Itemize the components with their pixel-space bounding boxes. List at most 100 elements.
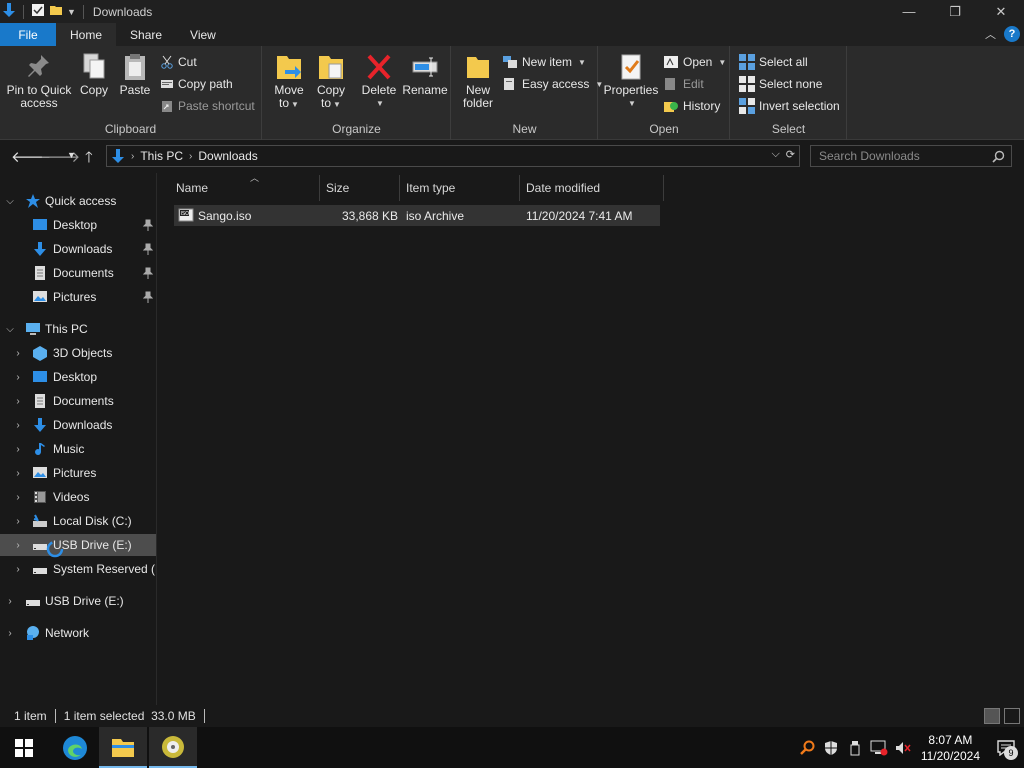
nav-quick-downloads[interactable]: Downloads (0, 238, 156, 260)
select-all-button[interactable]: Select all (739, 52, 808, 72)
copy-path-button[interactable]: Copy path (160, 74, 233, 94)
search-magnifier-icon[interactable] (795, 740, 819, 756)
taskbar-file-explorer-button[interactable] (99, 727, 147, 768)
history-icon (664, 102, 678, 112)
help-icon[interactable]: ? (1004, 26, 1020, 42)
taskbar-edge-button[interactable] (51, 727, 99, 768)
tab-view[interactable]: View (176, 23, 230, 46)
expand-chevron-icon[interactable]: › (4, 628, 16, 639)
pin-label-line2: access (20, 96, 58, 110)
table-row[interactable]: ISO Sango.iso 33,868 KB iso Archive 11/2… (174, 205, 660, 226)
new-folder-button[interactable]: New folder (460, 52, 496, 110)
nav-pc-videos[interactable]: › Videos (0, 486, 156, 508)
nav-quick-pictures[interactable]: Pictures (0, 286, 156, 308)
start-button[interactable] (0, 727, 48, 768)
customize-toolbar-chevron-icon[interactable]: ▼ (67, 7, 76, 17)
pin-to-quick-access-button[interactable]: Pin to Quick access (6, 52, 72, 110)
security-shield-icon[interactable] (819, 740, 843, 756)
window-title: Downloads (92, 4, 153, 19)
move-to-button[interactable]: Move to ▼ (271, 52, 307, 111)
notification-center-button[interactable]: 9 (988, 727, 1024, 768)
usb-eject-icon[interactable] (843, 740, 867, 756)
address-history-chevron-icon[interactable]: ⌵ (771, 148, 779, 161)
expand-chevron-icon[interactable]: › (12, 468, 24, 479)
up-arrow-icon[interactable]: 🡑 (85, 147, 93, 172)
column-header-date-modified[interactable]: Date modified (520, 175, 664, 201)
nav-quick-desktop[interactable]: Desktop (0, 214, 156, 236)
nav-pc-system-reserved[interactable]: › System Reserved (M (0, 558, 156, 580)
history-button[interactable]: History (663, 96, 720, 116)
address-bar[interactable]: › This PC › Downloads ⌵ ⟳ (106, 145, 800, 167)
search-input[interactable] (819, 149, 989, 163)
expand-chevron-icon[interactable]: › (12, 396, 24, 407)
expand-chevron-icon[interactable]: › (12, 348, 24, 359)
clock[interactable]: 8:07 AM 11/20/2024 (921, 732, 980, 764)
nav-pc-music[interactable]: › Music (0, 438, 156, 460)
paste-button[interactable]: Paste (118, 52, 152, 97)
tab-file[interactable]: File (0, 23, 56, 46)
copy-to-button[interactable]: Copy to ▼ (313, 52, 349, 111)
select-none-button[interactable]: Select none (739, 74, 822, 94)
breadcrumb-chevron-icon[interactable]: › (189, 151, 192, 162)
expand-chevron-icon[interactable]: › (4, 596, 16, 607)
nav-network[interactable]: › Network (0, 622, 156, 644)
nav-pc-downloads[interactable]: › Downloads (0, 414, 156, 436)
column-header-type[interactable]: Item type (400, 175, 520, 201)
column-headers: ︿ Name Size Item type Date modified (170, 173, 664, 201)
volume-muted-icon[interactable] (891, 740, 915, 756)
collapse-chevron-icon[interactable]: ⌵ (4, 196, 16, 207)
breadcrumb-chevron-icon[interactable]: › (131, 151, 134, 162)
column-header-size[interactable]: Size (320, 175, 400, 201)
details-view-button[interactable] (984, 708, 1000, 724)
cut-button[interactable]: Cut (160, 52, 197, 72)
expand-chevron-icon[interactable]: › (12, 444, 24, 455)
nav-pc-local-disk[interactable]: › Local Disk (C:) (0, 510, 156, 532)
nav-pc-3d-objects[interactable]: › 3D Objects (0, 342, 156, 364)
search-box[interactable] (810, 145, 1012, 167)
breadcrumb-downloads[interactable]: Downloads (198, 149, 257, 163)
restore-button[interactable]: ❐ (932, 0, 978, 23)
minimize-button[interactable]: — (886, 0, 932, 23)
network-disconnected-icon[interactable] (867, 740, 891, 756)
hard-drive-icon (33, 514, 47, 527)
nav-quick-documents[interactable]: Documents (0, 262, 156, 284)
down-arrow-icon[interactable] (2, 2, 16, 21)
properties-check-icon[interactable] (31, 3, 45, 20)
nav-pc-documents[interactable]: › Documents (0, 390, 156, 412)
expand-chevron-icon[interactable]: › (12, 540, 24, 551)
nav-quick-access[interactable]: ⌵ Quick access (0, 190, 156, 212)
expand-chevron-icon[interactable]: › (12, 492, 24, 503)
invert-selection-button[interactable]: Invert selection (739, 96, 840, 116)
copy-button[interactable]: Copy (78, 52, 110, 97)
large-icons-view-button[interactable] (1004, 708, 1020, 724)
properties-button[interactable]: Properties ▼ (603, 52, 659, 110)
expand-chevron-icon[interactable]: › (12, 564, 24, 575)
tab-share[interactable]: Share (116, 23, 176, 46)
new-item-button[interactable]: New item ▼ (502, 52, 586, 72)
paste-shortcut-button[interactable]: Paste shortcut (160, 96, 255, 116)
close-button[interactable]: ✕ (978, 0, 1024, 23)
expand-chevron-icon[interactable]: › (12, 516, 24, 527)
taskbar-disc-app-button[interactable] (149, 727, 197, 768)
nav-pc-desktop[interactable]: › Desktop (0, 366, 156, 388)
easy-access-button[interactable]: Easy access ▼ (502, 74, 603, 94)
rename-button[interactable]: Rename (402, 52, 448, 97)
expand-chevron-icon[interactable]: › (12, 420, 24, 431)
tab-home[interactable]: Home (56, 23, 117, 46)
collapse-chevron-icon[interactable]: ⌵ (4, 324, 16, 335)
expand-chevron-icon[interactable]: › (12, 372, 24, 383)
collapse-ribbon-icon[interactable]: ︿ (985, 26, 996, 42)
nav-usb-drive[interactable]: › USB Drive (E:) (0, 590, 156, 612)
edit-button[interactable]: Edit (663, 74, 704, 94)
open-button[interactable]: Open ▼ (663, 52, 726, 72)
delete-button[interactable]: Delete ▼ (360, 52, 398, 110)
breadcrumb-this-pc[interactable]: This PC (140, 149, 183, 163)
recent-locations-chevron-icon[interactable]: ▼ (67, 150, 76, 160)
nav-this-pc[interactable]: ⌵ This PC (0, 318, 156, 340)
nav-pc-pictures[interactable]: › Pictures (0, 462, 156, 484)
nav-pc-usb-drive[interactable]: › USB Drive (E:) (0, 534, 156, 558)
column-header-name[interactable]: ︿ Name (170, 173, 320, 201)
new-folder-icon[interactable] (49, 3, 63, 20)
refresh-icon[interactable]: ⟳ (786, 148, 795, 161)
network-icon (27, 626, 39, 640)
